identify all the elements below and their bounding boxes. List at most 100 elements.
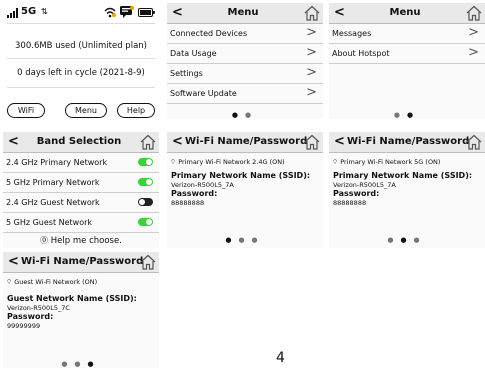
- network-label-text: Primary Wi-Fi Network 5G (ON): [340, 158, 441, 166]
- menu-item-connected-devices[interactable]: Connected Devices >: [167, 24, 323, 44]
- back-arrow-icon[interactable]: <: [172, 133, 183, 151]
- band-label: 2.4 GHz Primary Network: [6, 158, 108, 167]
- menu-item-messages[interactable]: Messages >: [329, 24, 485, 44]
- toggle-switch-on[interactable]: [138, 158, 153, 166]
- wifi-icon: ⌔: [6, 278, 13, 286]
- home-icon[interactable]: [466, 5, 482, 21]
- divider: [7, 87, 155, 88]
- ssid-value: Verizon-R500L5_7C: [7, 304, 70, 312]
- wifi-screen-5g: < Wi-Fi Name/Password ⌔ Primary Wi-Fi Ne…: [329, 132, 485, 248]
- page-indicator: ●●●: [225, 236, 265, 244]
- header: < Band Selection: [3, 132, 159, 153]
- page-indicator: ●●: [231, 111, 259, 119]
- band-item-5-primary: 5 GHz Primary Network: [3, 173, 159, 193]
- header: < Menu: [329, 3, 485, 24]
- menu-item-settings[interactable]: Settings >: [167, 64, 323, 84]
- page-title: Menu: [389, 7, 421, 18]
- ssid-value: Verizon-R500L5_7A: [171, 181, 234, 189]
- ssid-value: Verizon-R500L5_7A: [333, 181, 396, 189]
- ssid-heading: Guest Network Name (SSID):: [7, 294, 137, 303]
- wifi-button[interactable]: WiFi: [7, 103, 45, 118]
- data-usage-text: 300.6MB used (Unlimited plan): [15, 41, 147, 51]
- page-indicator: ●●●: [61, 360, 101, 368]
- signal-icon: [7, 8, 18, 18]
- menu-item-label: Messages: [332, 29, 372, 38]
- divider: [7, 23, 155, 24]
- help-link[interactable]: ⓪ Help me choose.: [3, 233, 159, 248]
- home-icon[interactable]: [140, 134, 156, 150]
- help-link-label: Help me choose.: [50, 236, 122, 246]
- back-arrow-icon[interactable]: <: [334, 4, 345, 22]
- page-title: Wi-Fi Name/Password: [347, 136, 470, 147]
- band-selection-screen: < Band Selection 2.4 GHz Primary Network…: [3, 132, 159, 248]
- back-arrow-icon[interactable]: <: [172, 4, 183, 22]
- menu-button[interactable]: Menu: [65, 103, 107, 118]
- header: < Wi-Fi Name/Password: [3, 252, 159, 273]
- wifi-icon: ⌔: [170, 158, 177, 166]
- chevron-right-icon: >: [306, 45, 317, 60]
- band-label: 5 GHz Primary Network: [6, 178, 100, 187]
- chevron-right-icon: >: [306, 85, 317, 100]
- back-arrow-icon[interactable]: <: [334, 133, 345, 151]
- network-type: 5G: [21, 6, 37, 17]
- network-label-text: Primary Wi-Fi Network 2.4G (ON): [178, 158, 285, 166]
- divider: [7, 58, 155, 59]
- page-indicator: ●●: [393, 111, 421, 119]
- menu-item-about-hotspot[interactable]: About Hotspot >: [329, 44, 485, 64]
- chevron-right-icon: >: [306, 25, 317, 40]
- password-value: 99999999: [7, 322, 41, 330]
- toggle-switch-off[interactable]: [138, 198, 153, 206]
- wifi-screen-guest: < Wi-Fi Name/Password ⌔ Guest Wi-Fi Netw…: [3, 252, 159, 368]
- password-heading: Password:: [333, 189, 380, 198]
- page-number: 4: [276, 350, 285, 366]
- menu-item-label: About Hotspot: [332, 49, 390, 58]
- home-icon[interactable]: [466, 134, 482, 150]
- status-bar: 5G ⇅: [3, 3, 159, 23]
- chevron-right-icon: >: [468, 45, 479, 60]
- chevron-right-icon: >: [306, 65, 317, 80]
- page-title: Wi-Fi Name/Password: [185, 136, 308, 147]
- status-screen: 5G ⇅ 300.6MB used (Unlimited plan) 0 day…: [3, 3, 159, 119]
- header: < Wi-Fi Name/Password: [329, 132, 485, 153]
- menu-item-label: Connected Devices: [170, 29, 248, 38]
- network-label: ⌔ Guest Wi-Fi Network (ON): [6, 277, 97, 286]
- band-item-24-guest: 2.4 GHz Guest Network: [3, 193, 159, 213]
- band-label: 2.4 GHz Guest Network: [6, 198, 100, 207]
- menu-item-software-update[interactable]: Software Update >: [167, 84, 323, 104]
- back-arrow-icon[interactable]: <: [8, 253, 19, 271]
- chevron-right-icon: >: [468, 25, 479, 40]
- home-icon[interactable]: [304, 5, 320, 21]
- ssid-heading: Primary Network Name (SSID):: [171, 171, 311, 180]
- menu-item-label: Data Usage: [170, 49, 217, 58]
- menu-screen-2: < Menu Messages > About Hotspot > ●●: [329, 3, 485, 119]
- home-icon[interactable]: [140, 254, 156, 270]
- page-title: Menu: [227, 7, 259, 18]
- toggle-switch-on[interactable]: [138, 218, 153, 226]
- menu-screen-1: < Menu Connected Devices > Data Usage > …: [167, 3, 323, 119]
- password-value: 88888888: [171, 199, 205, 207]
- page-title: Band Selection: [36, 136, 122, 147]
- menu-item-label: Settings: [170, 69, 203, 78]
- message-icon: [120, 6, 134, 18]
- header: < Wi-Fi Name/Password: [167, 132, 323, 153]
- password-heading: Password:: [7, 312, 54, 321]
- network-label: ⌔ Primary Wi-Fi Network 5G (ON): [332, 157, 440, 166]
- wifi-screen-24g: < Wi-Fi Name/Password ⌔ Primary Wi-Fi Ne…: [167, 132, 323, 248]
- menu-item-data-usage[interactable]: Data Usage >: [167, 44, 323, 64]
- band-item-5-guest: 5 GHz Guest Network: [3, 213, 159, 233]
- toggle-switch-on[interactable]: [138, 178, 153, 186]
- band-item-24-primary: 2.4 GHz Primary Network: [3, 153, 159, 173]
- help-button[interactable]: Help: [117, 103, 155, 118]
- page-indicator: ●●●: [387, 236, 427, 244]
- password-value: 88888888: [333, 199, 367, 207]
- network-label-text: Guest Wi-Fi Network (ON): [14, 278, 98, 286]
- band-label: 5 GHz Guest Network: [6, 218, 93, 227]
- cycle-text: 0 days left in cycle (2021-8-9): [17, 68, 145, 78]
- battery-icon: [138, 8, 155, 17]
- header: < Menu: [167, 3, 323, 24]
- ssid-heading: Primary Network Name (SSID):: [333, 171, 473, 180]
- wifi-icon: [104, 7, 116, 18]
- page-title: Wi-Fi Name/Password: [21, 256, 144, 267]
- home-icon[interactable]: [304, 134, 320, 150]
- back-arrow-icon[interactable]: <: [8, 133, 19, 151]
